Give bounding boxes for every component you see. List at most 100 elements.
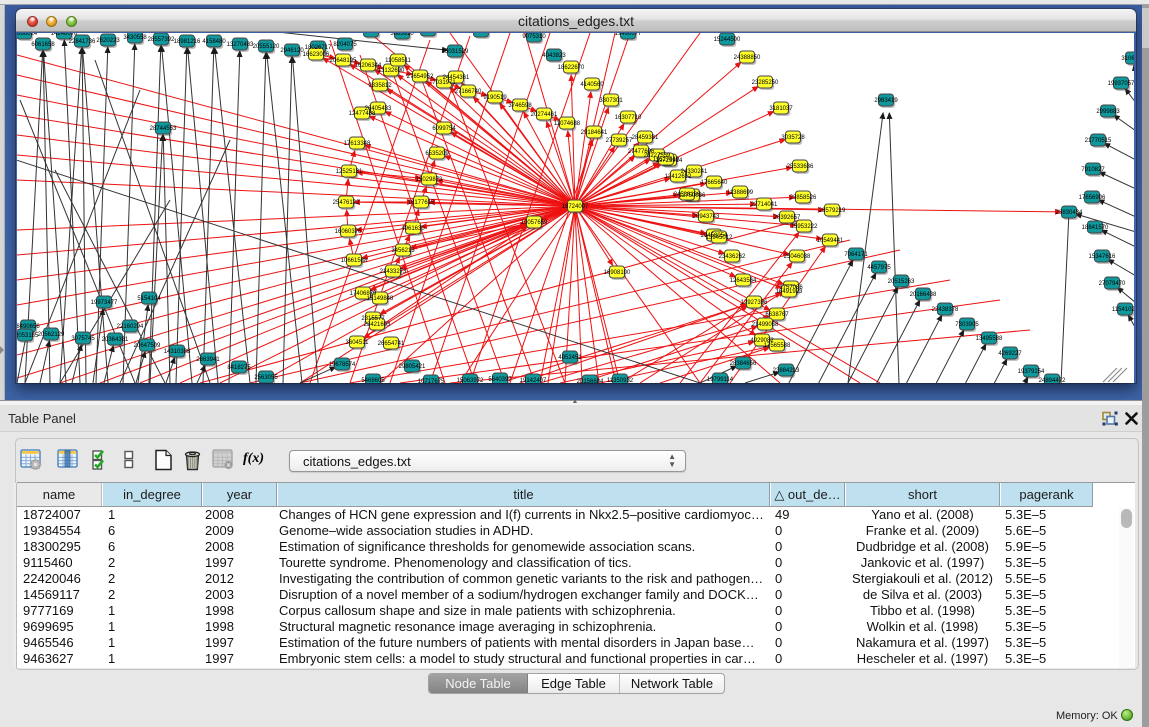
svg-text:20943743: 20943743: [693, 214, 720, 220]
svg-text:20562129: 20562129: [38, 332, 65, 338]
svg-text:16060376: 16060376: [335, 229, 362, 235]
svg-text:19379254: 19379254: [1018, 369, 1045, 375]
svg-text:5840397: 5840397: [488, 377, 512, 383]
svg-text:23884213: 23884213: [773, 368, 800, 374]
svg-text:11527619: 11527619: [653, 157, 680, 163]
svg-text:3456213: 3456213: [391, 248, 415, 254]
svg-text:2946120: 2946120: [280, 48, 304, 54]
svg-text:21770515: 21770515: [1085, 138, 1112, 144]
svg-text:6535209: 6535209: [425, 151, 449, 157]
svg-text:20648195: 20648195: [330, 58, 357, 64]
svg-text:28579219: 28579219: [819, 208, 846, 214]
svg-text:19973477: 19973477: [91, 300, 118, 306]
svg-text:25046038: 25046038: [784, 254, 811, 260]
svg-text:24454361: 24454361: [443, 75, 470, 81]
svg-text:28744553: 28744553: [150, 126, 177, 132]
svg-text:20274461: 20274461: [531, 112, 558, 118]
svg-text:6099754: 6099754: [432, 126, 456, 132]
svg-text:22841736: 22841736: [69, 39, 96, 45]
svg-text:15149848: 15149848: [367, 296, 394, 302]
svg-text:13495588: 13495588: [976, 336, 1003, 342]
svg-text:27166740: 27166740: [455, 89, 482, 95]
svg-text:2563055: 2563055: [254, 375, 278, 381]
svg-text:13945012: 13945012: [706, 235, 733, 241]
svg-text:17565588: 17565588: [764, 343, 791, 349]
svg-text:6061658: 6061658: [31, 42, 55, 48]
svg-text:9075310: 9075310: [522, 34, 546, 40]
svg-text:28459381: 28459381: [632, 135, 659, 141]
svg-text:11541029: 11541029: [1112, 307, 1134, 313]
svg-text:15063972: 15063972: [457, 378, 484, 383]
svg-text:13270483: 13270483: [227, 42, 254, 48]
svg-text:4961630: 4961630: [401, 226, 425, 232]
svg-text:8418275: 8418275: [227, 365, 251, 371]
svg-text:20515263: 20515263: [888, 279, 915, 285]
svg-text:17656906: 17656906: [1079, 195, 1106, 201]
svg-text:28557392: 28557392: [148, 37, 175, 43]
svg-text:21433273: 21433273: [380, 269, 407, 275]
svg-text:11058511: 11058511: [385, 58, 411, 64]
svg-text:18981216: 18981216: [174, 39, 201, 45]
svg-text:2663941: 2663941: [196, 357, 220, 363]
svg-text:20166438: 20166438: [910, 292, 937, 298]
svg-text:12643564: 12643564: [730, 278, 757, 284]
svg-text:18841570: 18841570: [1082, 225, 1109, 231]
svg-text:27477606: 27477606: [628, 149, 655, 155]
svg-text:11074688: 11074688: [554, 121, 581, 127]
svg-text:10661588: 10661588: [341, 258, 368, 264]
svg-text:14248078: 14248078: [51, 33, 78, 37]
svg-text:9335812: 9335812: [368, 83, 392, 89]
svg-text:18026717: 18026717: [305, 45, 332, 51]
svg-text:3883910: 3883910: [390, 33, 414, 37]
svg-text:27079470: 27079470: [1099, 281, 1126, 287]
svg-text:2258145: 2258145: [359, 33, 383, 35]
svg-text:3035728: 3035728: [781, 135, 805, 141]
svg-text:16623006: 16623006: [303, 52, 330, 58]
svg-text:12525131: 12525131: [336, 169, 363, 175]
svg-text:15550734: 15550734: [415, 33, 442, 34]
svg-text:7910827: 7910827: [1081, 167, 1105, 173]
svg-text:7064171: 7064171: [844, 252, 868, 258]
svg-text:3343959: 3343959: [469, 33, 493, 35]
svg-text:24538166: 24538166: [674, 192, 701, 198]
svg-text:20555120: 20555120: [253, 44, 280, 50]
svg-text:20364361: 20364361: [102, 337, 129, 343]
svg-text:22438378: 22438378: [932, 307, 959, 313]
svg-text:19678574: 19678574: [329, 362, 356, 368]
svg-text:20392657: 20392657: [774, 215, 801, 221]
svg-text:23858526: 23858526: [790, 195, 817, 201]
svg-text:10057659: 10057659: [521, 220, 548, 226]
svg-text:9190519: 9190519: [483, 95, 507, 101]
svg-text:12477488: 12477488: [349, 111, 376, 117]
svg-text:19490077: 19490077: [615, 33, 642, 37]
svg-text:4158480: 4158480: [202, 39, 226, 45]
svg-text:4269227: 4269227: [998, 351, 1022, 357]
svg-text:19799114: 19799114: [707, 377, 734, 383]
svg-text:27654952: 27654952: [407, 74, 434, 80]
svg-text:19142407: 19142407: [520, 378, 547, 383]
svg-text:23421603: 23421603: [364, 322, 391, 328]
svg-text:11388699: 11388699: [727, 190, 754, 196]
svg-text:25476122: 25476122: [333, 200, 360, 206]
svg-text:15953222: 15953222: [791, 224, 818, 230]
svg-text:3604511: 3604511: [346, 340, 370, 346]
svg-text:22053165: 22053165: [17, 333, 39, 339]
svg-text:2999883: 2999883: [1096, 109, 1120, 115]
svg-text:23285250: 23285250: [752, 80, 779, 86]
svg-text:3106848: 3106848: [1121, 56, 1134, 62]
svg-text:25533636: 25533636: [787, 164, 814, 170]
svg-text:22714041: 22714041: [751, 202, 778, 208]
svg-text:16307710: 16307710: [615, 115, 642, 121]
svg-text:14310388: 14310388: [164, 349, 191, 355]
svg-text:26654741: 26654741: [378, 341, 405, 347]
svg-text:22160294: 22160294: [117, 324, 144, 330]
svg-text:15029873: 15029873: [416, 177, 443, 183]
svg-text:24894472: 24894472: [1039, 378, 1066, 383]
svg-text:16908100: 16908100: [604, 270, 631, 276]
svg-text:18724007: 18724007: [562, 204, 589, 210]
svg-text:27739257: 27739257: [606, 138, 633, 144]
svg-text:29184641: 29184641: [581, 130, 608, 136]
svg-text:20647509: 20647509: [134, 343, 161, 349]
svg-text:21499058: 21499058: [752, 322, 779, 328]
svg-text:6638767: 6638767: [765, 312, 789, 318]
